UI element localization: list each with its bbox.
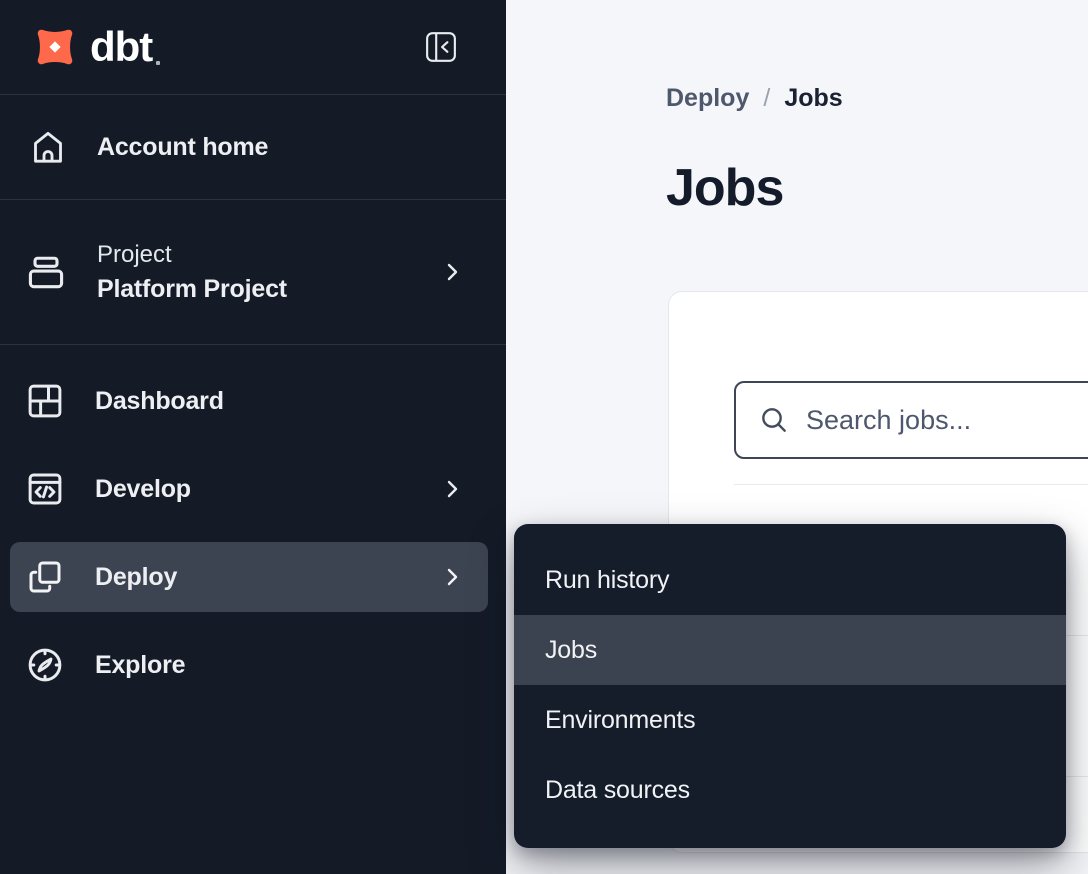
project-text: Project Platform Project <box>97 241 287 304</box>
sidebar-item-label: Deploy <box>95 563 177 592</box>
deploy-flyout-menu: Run history Jobs Environments Data sourc… <box>514 524 1066 848</box>
chevron-right-icon <box>440 564 464 590</box>
search-input[interactable] <box>806 405 1088 436</box>
menu-item-data-sources[interactable]: Data sources <box>514 755 1066 825</box>
menu-item-jobs[interactable]: Jobs <box>514 615 1066 685</box>
page-title: Jobs <box>666 158 783 218</box>
sidebar-item-explore[interactable]: Explore <box>10 630 488 700</box>
sidebar-item-project[interactable]: Project Platform Project <box>0 200 506 345</box>
collapse-sidebar-button[interactable] <box>424 30 458 64</box>
sidebar-item-label: Account home <box>97 133 268 162</box>
card-divider <box>734 484 1088 485</box>
sidebar-item-deploy[interactable]: Deploy <box>10 542 488 612</box>
project-eyebrow: Project <box>97 241 287 269</box>
sidebar: dbt Account home <box>0 0 506 874</box>
chevron-right-icon <box>440 259 464 285</box>
project-name: Platform Project <box>97 275 287 304</box>
search-icon <box>758 404 790 436</box>
deploy-icon <box>24 556 66 598</box>
code-window-icon <box>24 468 66 510</box>
chevron-right-icon <box>440 476 464 502</box>
grid-icon <box>24 380 66 422</box>
logo-text: dbt <box>90 23 152 71</box>
breadcrumb: Deploy / Jobs <box>666 84 843 113</box>
project-icon <box>24 250 68 294</box>
main-content: Deploy / Jobs Jobs Run history Jobs Envi… <box>506 0 1088 874</box>
search-box <box>734 381 1088 459</box>
sidebar-item-develop[interactable]: Develop <box>10 454 488 524</box>
collapse-sidebar-icon <box>425 31 457 63</box>
sidebar-item-label: Develop <box>95 475 191 504</box>
breadcrumb-separator: / <box>763 84 770 113</box>
home-icon <box>28 125 68 169</box>
sidebar-item-account-home[interactable]: Account home <box>0 95 506 200</box>
breadcrumb-current: Jobs <box>784 84 842 113</box>
sidebar-item-label: Dashboard <box>95 387 224 416</box>
compass-icon <box>24 644 66 686</box>
menu-item-environments[interactable]: Environments <box>514 685 1066 755</box>
sidebar-header: dbt <box>0 0 506 95</box>
sidebar-item-dashboard[interactable]: Dashboard <box>10 366 488 436</box>
sidebar-nav-group: Dashboard Develop <box>0 345 506 718</box>
breadcrumb-link-deploy[interactable]: Deploy <box>666 84 749 113</box>
sidebar-item-label: Explore <box>95 651 185 680</box>
dbt-logo-icon <box>26 18 84 76</box>
menu-item-run-history[interactable]: Run history <box>514 545 1066 615</box>
